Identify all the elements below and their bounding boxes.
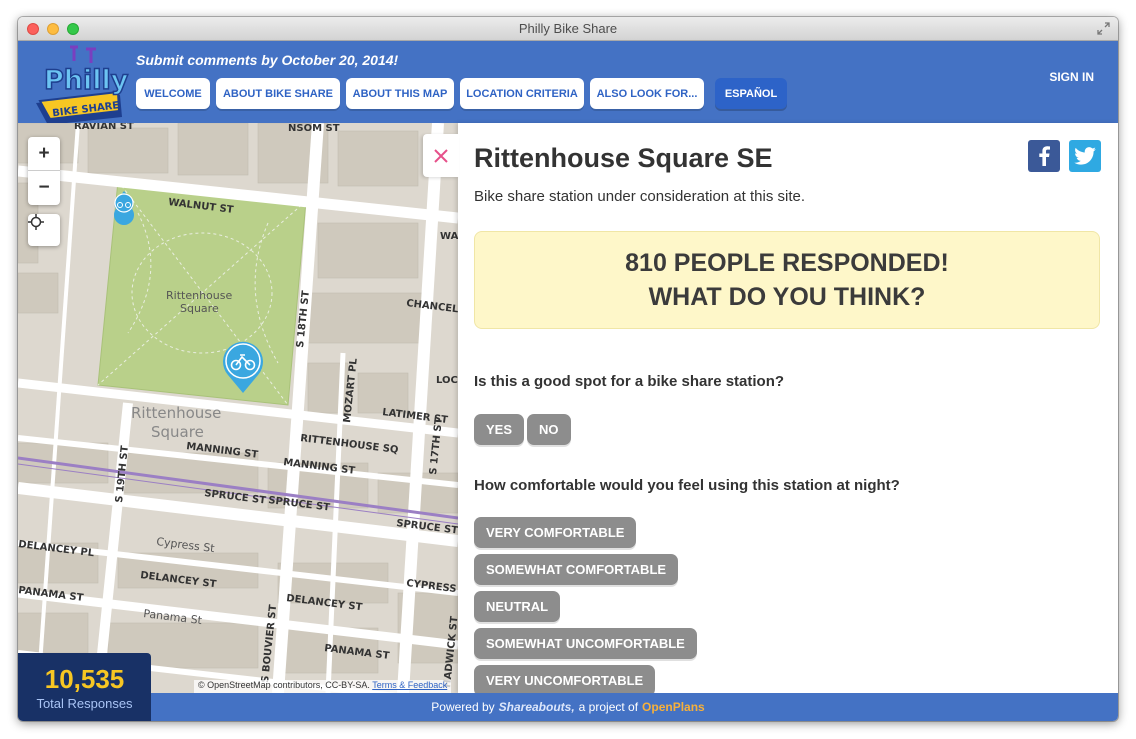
- total-responses-count: 10,535: [44, 664, 125, 694]
- nav-location-criteria-button[interactable]: LOCATION CRITERIA: [460, 78, 584, 109]
- footer-powered-by: Powered by: [431, 700, 495, 714]
- zoom-in-button[interactable]: +: [28, 137, 60, 171]
- map-label-park-1: Rittenhouse: [166, 289, 232, 302]
- total-responses-label: Total Responses: [36, 696, 133, 711]
- locate-me-button[interactable]: [28, 214, 60, 246]
- map-label-area-2: Square: [151, 423, 204, 441]
- facebook-icon: [1039, 146, 1050, 166]
- close-icon: [434, 148, 448, 163]
- twitter-share-button[interactable]: [1069, 140, 1101, 172]
- terms-feedback-link[interactable]: Terms & Feedback: [372, 680, 447, 690]
- answer-very-comfortable-button[interactable]: VERY COMFORTABLE: [474, 517, 637, 548]
- place-title: Rittenhouse Square SE: [474, 143, 773, 173]
- responded-count-text: 810 PEOPLE RESPONDED!: [625, 249, 949, 277]
- place-description: Bike share station under consideration a…: [474, 188, 806, 205]
- footer-project-of: a project of: [578, 700, 639, 714]
- map-attribution: © OpenStreetMap contributors, CC-BY-SA. …: [194, 680, 452, 693]
- site-footer: Powered by Shareabouts, a project of Ope…: [18, 693, 1118, 721]
- map-label-wa: WA: [440, 231, 458, 242]
- what-do-you-think-text: WHAT DO YOU THINK?: [648, 283, 926, 311]
- sign-in-link[interactable]: SIGN IN: [1049, 70, 1094, 84]
- logo-text-philly: Philly: [44, 65, 129, 96]
- browser-window: Philly Bike Share Philly BIKE SHARE Subm…: [18, 17, 1118, 721]
- nav-about-this-map-button[interactable]: ABOUT THIS MAP: [346, 78, 454, 109]
- close-panel-button[interactable]: [423, 134, 459, 177]
- map-label-locust: LOC: [436, 375, 458, 386]
- window-title: Philly Bike Share: [518, 21, 618, 36]
- footer-openplans-link[interactable]: OpenPlans: [642, 700, 705, 714]
- place-detail-panel: Rittenhouse Square SE Bike share station…: [458, 123, 1118, 693]
- title-bar: Philly Bike Share: [18, 17, 1118, 41]
- answer-somewhat-uncomfortable-button[interactable]: SOMEWHAT UNCOMFORTABLE: [474, 628, 697, 659]
- attribution-text: © OpenStreetMap contributors, CC-BY-SA.: [198, 680, 370, 690]
- crosshair-icon: [28, 214, 44, 230]
- map-label-park-2: Square: [180, 302, 219, 315]
- question-good-spot: Is this a good spot for a bike share sta…: [474, 373, 785, 390]
- site-header: Philly BIKE SHARE Submit comments by Oct…: [18, 41, 1118, 125]
- map-label-area-1: Rittenhouse: [131, 404, 221, 422]
- map-label-sansom: NSOM ST: [288, 123, 340, 134]
- facebook-share-button[interactable]: [1028, 140, 1060, 172]
- map-view[interactable]: WALNUT ST S 18TH ST S 17TH ST S 19TH ST …: [18, 123, 458, 693]
- language-espanol-button[interactable]: ESPAÑOL: [715, 78, 787, 109]
- map-tiles[interactable]: WALNUT ST S 18TH ST S 17TH ST S 19TH ST …: [18, 123, 458, 693]
- map-label-chestnut: RAVIAN ST: [74, 123, 134, 132]
- philly-bike-share-logo[interactable]: Philly BIKE SHARE: [30, 45, 130, 131]
- nav-about-bike-share-button[interactable]: ABOUT BIKE SHARE: [216, 78, 340, 109]
- answer-yes-button[interactable]: YES: [474, 414, 525, 445]
- zoom-control: + −: [28, 137, 60, 205]
- zoom-out-button[interactable]: −: [28, 171, 60, 205]
- answer-somewhat-comfortable-button[interactable]: SOMEWHAT COMFORTABLE: [474, 554, 679, 585]
- answer-no-button[interactable]: NO: [527, 414, 571, 445]
- footer-shareabouts-link[interactable]: Shareabouts,: [499, 700, 575, 714]
- fullscreen-icon[interactable]: [1097, 22, 1110, 35]
- nav-also-look-for-button[interactable]: ALSO LOOK FOR...: [590, 78, 704, 109]
- twitter-icon: [1074, 147, 1096, 165]
- comment-deadline: Submit comments by October 20, 2014!: [136, 52, 399, 68]
- response-callout: 810 PEOPLE RESPONDED! WHAT DO YOU THINK?: [474, 231, 1100, 329]
- answer-very-uncomfortable-button[interactable]: VERY UNCOMFORTABLE: [474, 665, 656, 693]
- question-night-comfort: How comfortable would you feel using thi…: [474, 477, 900, 494]
- total-responses-box: 10,535 Total Responses: [18, 653, 151, 721]
- nav-welcome-button[interactable]: WELCOME: [136, 78, 210, 109]
- answer-neutral-button[interactable]: NEUTRAL: [474, 591, 561, 622]
